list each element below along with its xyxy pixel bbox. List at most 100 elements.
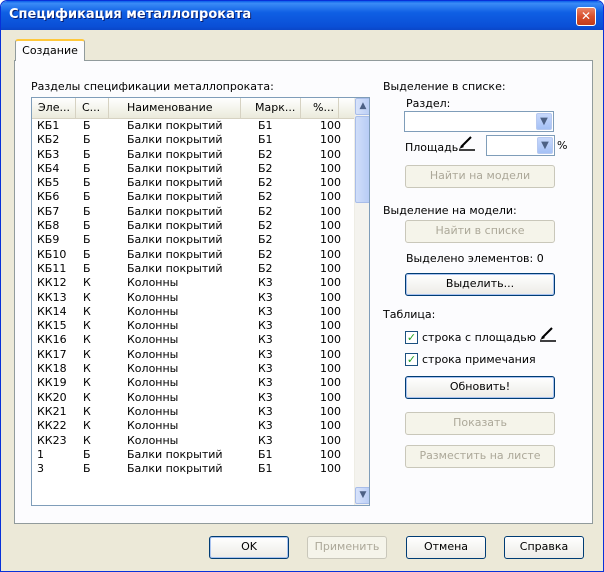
scroll-thumb[interactable] [355,116,369,203]
table-cell: КК13 [37,290,67,304]
find-in-list-button[interactable]: Найти в списке [405,220,555,243]
table-cell: Колонны [127,333,179,347]
area-label: Площадь [405,141,459,154]
table-row[interactable]: 1 Б Балки покрытий Б1 100 [32,448,354,462]
column-header-type[interactable]: С... [76,98,109,119]
selection-on-model-header: Выделение на модели: [383,204,517,217]
table-row[interactable]: КБ11 Б Балки покрытий Б2 100 [32,262,354,276]
apply-button[interactable]: Применить [307,536,387,559]
tab-create[interactable]: Создание [15,39,85,61]
table-cell: Балки покрытий [127,147,223,161]
table-cell: К [83,419,91,433]
table-cell: 100 [320,304,341,318]
table-cell: Колонны [127,304,179,318]
table-cell: Балки покрытий [127,119,223,132]
table-cell: Б [83,204,91,218]
section-label: Раздел: [406,97,451,110]
chevron-down-icon[interactable]: ▼ [537,137,553,154]
table-row[interactable]: КК21 К Колонны К3 100 [32,405,354,419]
table-cell: Колонны [127,404,179,418]
table-cell: Балки покрытий [127,133,223,147]
table-cell: Б2 [258,147,273,161]
table-cell: 100 [320,161,341,175]
table-cell: К [83,390,91,404]
table-cell: КБ8 [37,219,60,233]
find-on-model-button[interactable]: Найти на модели [405,165,555,188]
table-cell: Б [83,161,91,175]
column-header-name[interactable]: Наименование [109,98,241,119]
selected-count: Выделено элементов: 0 [406,252,544,265]
section-combo[interactable]: ▼ [404,111,554,132]
table-row[interactable]: КК16 К Колонны К3 100 [32,333,354,347]
table-cell: Колонны [127,362,179,376]
title-bar[interactable]: Спецификация металлопроката ✕ [1,1,603,30]
table-cell: КБ2 [37,133,60,147]
table-row[interactable]: КК15 К Колонны К3 100 [32,319,354,333]
table-row[interactable]: КК12 К Колонны К3 100 [32,276,354,290]
ok-button[interactable]: OK [209,536,289,559]
table-row[interactable]: КБ1 Б Балки покрытий Б1 100 [32,119,354,133]
table-cell: Б2 [258,247,273,261]
table-row[interactable]: КБ6 Б Балки покрытий Б2 100 [32,190,354,204]
column-header-element[interactable]: Эле... [32,98,76,119]
scroll-down-icon[interactable]: ▼ [355,487,369,504]
table-cell: Б2 [258,233,273,247]
table-row[interactable]: КБ7 Б Балки покрытий Б2 100 [32,205,354,219]
table-row[interactable]: КК13 К Колонны К3 100 [32,291,354,305]
table-cell: КБ11 [37,261,67,275]
table-cell: Балки покрытий [127,233,223,247]
table-row[interactable]: КК23 К Колонны К3 100 [32,434,354,448]
table-cell: КК20 [37,390,67,404]
column-header-mark[interactable]: Марк... [241,98,301,119]
table-cell: Б [83,462,91,476]
table-cell: Б [83,219,91,233]
place-on-sheet-button[interactable]: Разместить на листе [405,445,555,468]
table-row[interactable]: КБ10 Б Балки покрытий Б2 100 [32,248,354,262]
table-row[interactable]: КБ8 Б Балки покрытий Б2 100 [32,219,354,233]
show-button[interactable]: Показать [405,412,555,435]
chevron-down-icon[interactable]: ▼ [536,113,552,130]
refresh-button[interactable]: Обновить! [405,376,555,399]
area-combo[interactable]: ▼ [486,135,555,156]
table-cell: КБ10 [37,247,67,261]
table-cell: КБ1 [37,119,60,132]
list-scrollbar[interactable]: ▲ ▼ [354,98,369,505]
help-button[interactable]: Справка [504,536,584,559]
table-row[interactable]: КК14 К Колонны К3 100 [32,305,354,319]
table-row[interactable]: КК18 К Колонны К3 100 [32,362,354,376]
table-cell: 100 [320,390,341,404]
table-row[interactable]: КБ4 Б Балки покрытий Б2 100 [32,162,354,176]
table-row[interactable]: КК19 К Колонны К3 100 [32,376,354,390]
sections-list[interactable]: Эле... С... Наименование Марк... %... КБ… [31,97,370,506]
row-with-area-checkbox[interactable]: ✓ [405,331,418,344]
table-cell: 100 [320,219,341,233]
table-row[interactable]: КБ9 Б Балки покрытий Б2 100 [32,233,354,247]
table-row[interactable]: КК20 К Колонны К3 100 [32,391,354,405]
column-header-percent[interactable]: %... [301,98,339,119]
close-icon[interactable]: ✕ [576,7,596,26]
table-cell: К3 [258,376,273,390]
table-cell: КК12 [37,276,67,290]
table-cell: 3 [37,462,44,476]
table-cell: 100 [320,133,341,147]
table-cell: К [83,276,91,290]
list-rows: КБ1 Б Балки покрытий Б1 100 КБ2 Б Балки покрыти… [32,119,354,476]
scroll-up-icon[interactable]: ▲ [355,98,369,115]
table-cell: КК19 [37,376,67,390]
table-cell: 100 [320,233,341,247]
table-row[interactable]: КК17 К Колонны К3 100 [32,348,354,362]
table-cell: К3 [258,390,273,404]
table-row[interactable]: КБ2 Б Балки покрытий Б1 100 [32,133,354,147]
row-note-checkbox[interactable]: ✓ [405,353,418,366]
select-button[interactable]: Выделить... [405,273,555,296]
table-cell: 100 [320,176,341,190]
table-row[interactable]: КБ3 Б Балки покрытий Б2 100 [32,148,354,162]
table-cell: 100 [320,347,341,361]
table-cell: К [83,304,91,318]
table-row[interactable]: КБ5 Б Балки покрытий Б2 100 [32,176,354,190]
table-row[interactable]: 3 Б Балки покрытий Б1 100 [32,462,354,476]
table-cell: Колонны [127,347,179,361]
cancel-button[interactable]: Отмена [406,536,486,559]
table-row[interactable]: КК22 К Колонны К3 100 [32,419,354,433]
table-cell: К [83,347,91,361]
